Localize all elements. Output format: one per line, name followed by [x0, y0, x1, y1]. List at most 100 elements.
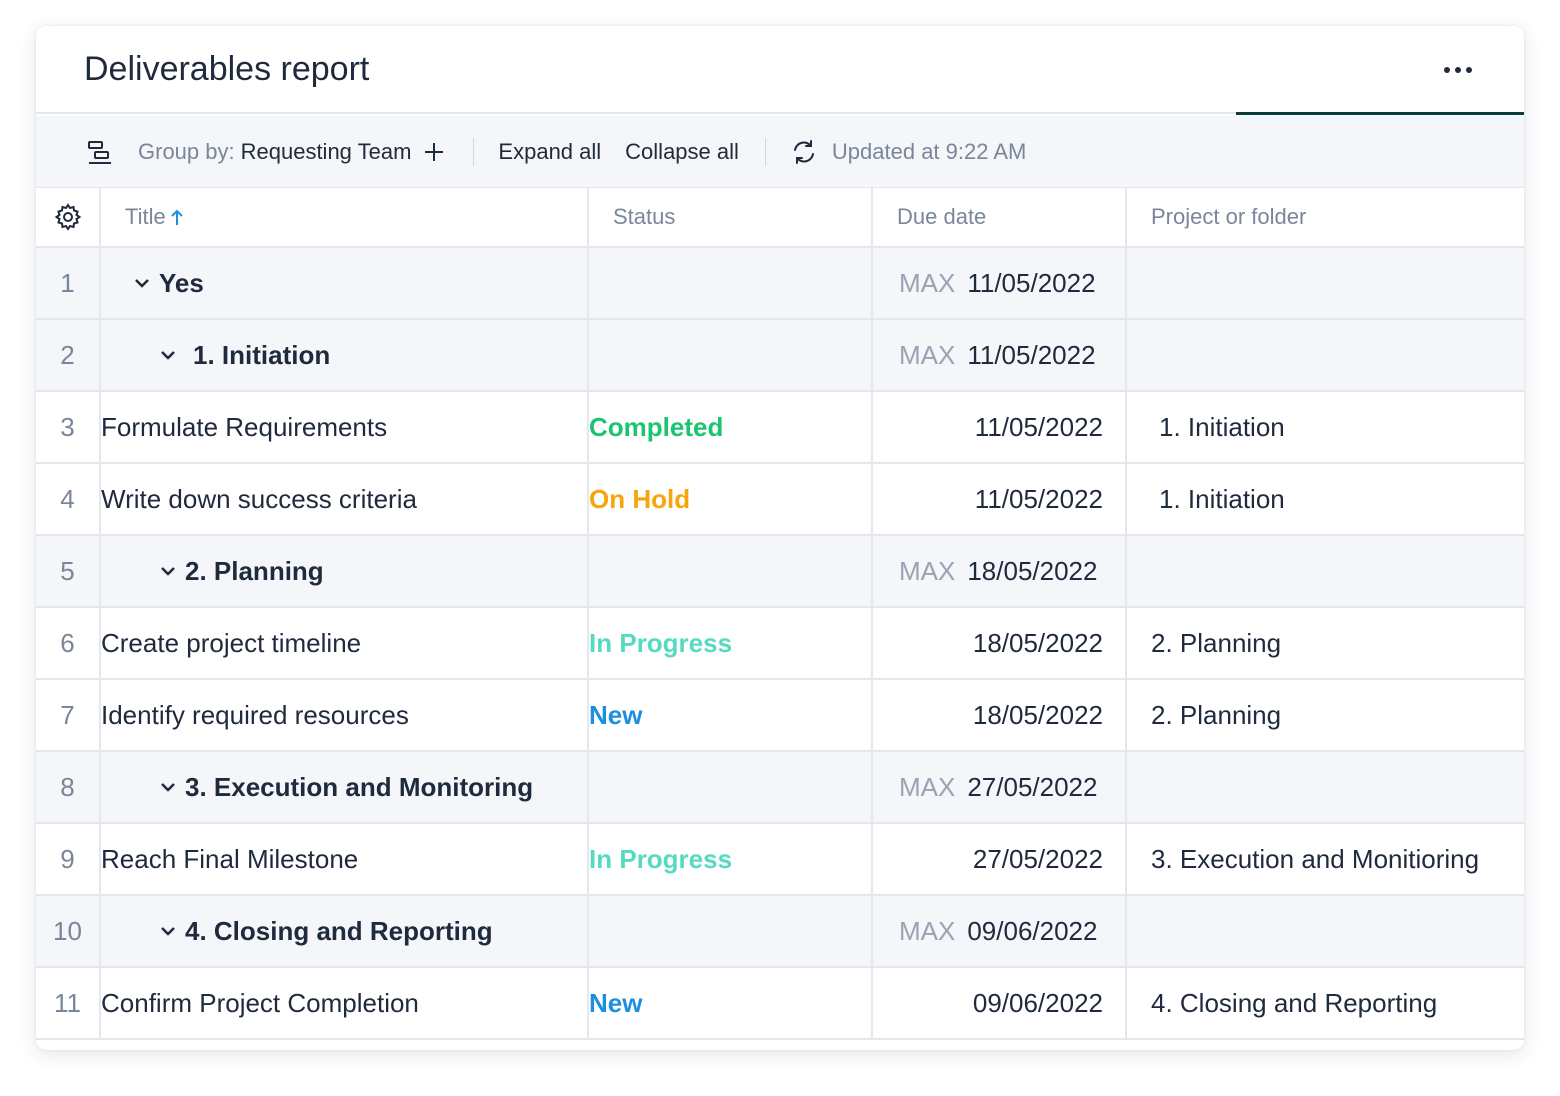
deliverables-report-card: Deliverables report Group by: Requesting… [36, 26, 1524, 1050]
due-date-cell: MAX 11/05/2022 [872, 247, 1127, 320]
project-cell [1126, 751, 1524, 824]
group-by-label: Group by: [138, 138, 235, 164]
sync-icon [793, 139, 814, 164]
row-number: 7 [36, 679, 101, 752]
item-title[interactable]: Identify required resources [100, 679, 589, 752]
report-toolbar: Group by: Requesting Team Expand all Col… [36, 116, 1524, 188]
active-tab-indicator [1236, 112, 1524, 115]
due-date: 18/05/2022 [967, 555, 1098, 586]
due-date: 09/06/2022 [967, 915, 1098, 946]
more-horizontal-icon [1444, 67, 1472, 73]
status-cell [588, 535, 873, 608]
column-header-due-date[interactable]: Due date [872, 188, 1127, 248]
more-options-button[interactable] [1432, 50, 1484, 90]
page-title: Deliverables report [84, 50, 370, 88]
project-folder[interactable]: 1. Initiation [1126, 391, 1524, 464]
due-date-cell: MAX 18/05/2022 [872, 535, 1127, 608]
group-row[interactable]: 8 3. Execution and Monitoring MAX 27/05/2… [36, 751, 1524, 824]
item-title[interactable]: Confirm Project Completion [100, 967, 589, 1040]
due-date-cell: MAX 11/05/2022 [872, 319, 1127, 392]
status-badge[interactable]: New [588, 967, 873, 1040]
item-title[interactable]: Reach Final Milestone [100, 823, 589, 896]
table-row[interactable]: 9 Reach Final Milestone In Progress 27/0… [36, 823, 1524, 896]
status-badge[interactable]: In Progress [588, 607, 873, 680]
group-row[interactable]: 10 4. Closing and Reporting MAX 09/06/202… [36, 895, 1524, 968]
add-group-button[interactable] [423, 140, 447, 164]
group-by-value: Requesting Team [240, 138, 412, 164]
group-title: 2. Planning [185, 555, 324, 586]
status-badge[interactable]: New [588, 679, 873, 752]
table-row[interactable]: 6 Create project timeline In Progress 18… [36, 607, 1524, 680]
project-folder[interactable]: 2. Planning [1126, 607, 1524, 680]
chevron-down-icon[interactable] [159, 778, 177, 796]
table-row[interactable]: 11 Confirm Project Completion New 09/06/… [36, 967, 1524, 1040]
group-title: 4. Closing and Reporting [185, 915, 493, 946]
item-title[interactable]: Formulate Requirements [100, 391, 589, 464]
due-date[interactable]: 18/05/2022 [872, 607, 1127, 680]
status-cell [588, 751, 873, 824]
chevron-down-icon[interactable] [133, 274, 151, 292]
project-folder[interactable]: 1. Initiation [1126, 463, 1524, 536]
due-date[interactable]: 18/05/2022 [872, 679, 1127, 752]
column-due-label: Due date [897, 204, 987, 229]
due-date[interactable]: 27/05/2022 [872, 823, 1127, 896]
due-date[interactable]: 11/05/2022 [872, 463, 1127, 536]
column-header-title[interactable]: Title [100, 188, 589, 248]
max-label: MAX [899, 339, 956, 370]
status-badge[interactable]: Completed [588, 391, 873, 464]
group-by-icon[interactable] [86, 137, 116, 167]
row-number: 6 [36, 607, 101, 680]
chevron-down-icon[interactable] [159, 922, 177, 940]
table-row[interactable]: 3 Formulate Requirements Completed 11/05… [36, 391, 1524, 464]
project-cell [1126, 247, 1524, 320]
column-project-label: Project or folder [1151, 204, 1307, 229]
group-title-cell: 3. Execution and Monitoring [100, 751, 589, 824]
group-row[interactable]: 2 1. Initiation MAX 11/05/2022 [36, 319, 1524, 392]
status-cell [588, 319, 873, 392]
max-label: MAX [899, 915, 956, 946]
group-row[interactable]: 1 Yes MAX 11/05/2022 [36, 247, 1524, 320]
status-badge[interactable]: In Progress [588, 823, 873, 896]
item-title[interactable]: Create project timeline [100, 607, 589, 680]
group-by-selector[interactable]: Group by: Requesting Team [138, 139, 411, 165]
max-label: MAX [899, 267, 956, 298]
deliverables-table: Title Status Due date Project or folder … [36, 188, 1524, 1040]
chevron-down-icon[interactable] [159, 562, 177, 580]
due-date: 27/05/2022 [967, 771, 1098, 802]
table-header-row: Title Status Due date Project or folder [36, 188, 1524, 248]
due-date[interactable]: 11/05/2022 [872, 391, 1127, 464]
column-status-label: Status [613, 204, 676, 229]
collapse-all-button[interactable]: Collapse all [625, 139, 739, 165]
max-label: MAX [899, 555, 956, 586]
column-header-status[interactable]: Status [588, 188, 873, 248]
item-title[interactable]: Write down success criteria [100, 463, 589, 536]
table-row[interactable]: 7 Identify required resources New 18/05/… [36, 679, 1524, 752]
row-number: 10 [36, 895, 101, 968]
row-number: 3 [36, 391, 101, 464]
column-settings[interactable] [36, 188, 101, 248]
chevron-down-icon[interactable] [159, 346, 177, 364]
group-title-cell: 1. Initiation [100, 319, 589, 392]
toolbar-divider [764, 137, 766, 166]
group-title: 1. Initiation [193, 339, 331, 370]
row-number: 9 [36, 823, 101, 896]
refresh-button[interactable] [790, 137, 820, 167]
group-title: Yes [159, 267, 204, 298]
column-header-project[interactable]: Project or folder [1126, 188, 1524, 248]
group-title-cell: Yes [100, 247, 589, 320]
toolbar-divider [473, 137, 475, 166]
due-date[interactable]: 09/06/2022 [872, 967, 1127, 1040]
table-row[interactable]: 4 Write down success criteria On Hold 11… [36, 463, 1524, 536]
row-number: 8 [36, 751, 101, 824]
row-number: 11 [36, 967, 101, 1040]
project-folder[interactable]: 3. Execution and Monitioring [1126, 823, 1524, 896]
group-title: 3. Execution and Monitoring [185, 771, 534, 802]
due-date: 11/05/2022 [967, 267, 1096, 298]
status-badge[interactable]: On Hold [588, 463, 873, 536]
expand-all-button[interactable]: Expand all [498, 139, 601, 165]
project-folder[interactable]: 2. Planning [1126, 679, 1524, 752]
project-folder[interactable]: 4. Closing and Reporting [1126, 967, 1524, 1040]
project-cell [1126, 895, 1524, 968]
group-row[interactable]: 5 2. Planning MAX 18/05/2022 [36, 535, 1524, 608]
due-date-cell: MAX 09/06/2022 [872, 895, 1127, 968]
